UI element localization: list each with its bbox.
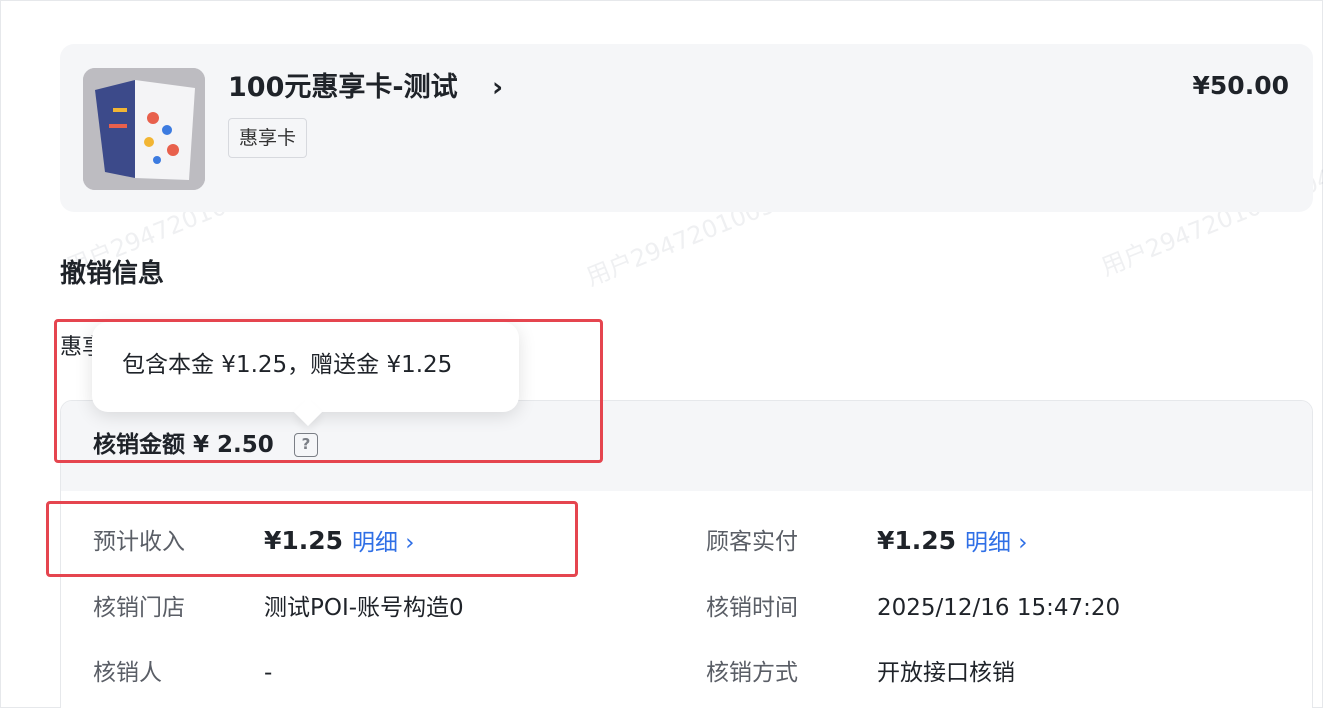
customer-paid-label: 顾客实付 bbox=[706, 529, 798, 555]
expected-income-label: 预计收入 bbox=[93, 529, 185, 555]
customer-paid-value: ¥1.25 bbox=[877, 526, 957, 555]
product-tag: 惠享卡 bbox=[228, 118, 308, 158]
tooltip-text: 包含本金 ¥1.25，赠送金 ¥1.25 bbox=[122, 352, 453, 378]
store-value: 测试POI-账号构造0 bbox=[264, 595, 464, 621]
expected-income-detail-link[interactable]: 明细 › bbox=[352, 527, 415, 559]
product-title[interactable]: 100元惠享卡-测试 bbox=[228, 70, 458, 106]
method-value: 开放接口核销 bbox=[877, 660, 1015, 686]
time-value: 2025/12/16 15:47:20 bbox=[877, 595, 1121, 621]
card-thumbnail-image bbox=[83, 68, 205, 190]
product-price: ¥50.00 bbox=[1192, 71, 1289, 100]
time-label: 核销时间 bbox=[706, 595, 798, 621]
customer-paid-detail-link[interactable]: 明细 › bbox=[965, 527, 1028, 559]
expected-income-value: ¥1.25 bbox=[264, 526, 344, 555]
operator-label: 核销人 bbox=[93, 660, 162, 686]
operator-value: - bbox=[264, 660, 273, 686]
method-label: 核销方式 bbox=[706, 660, 798, 686]
help-icon[interactable]: ? bbox=[294, 433, 318, 457]
store-label: 核销门店 bbox=[93, 595, 185, 621]
redeem-amount: 核销金额 ¥ 2.50 bbox=[93, 432, 274, 458]
section-title: 撤销信息 bbox=[60, 259, 165, 289]
amount-tooltip: 包含本金 ¥1.25，赠送金 ¥1.25 bbox=[92, 322, 519, 427]
chevron-right-icon[interactable]: › bbox=[492, 72, 503, 104]
card-type-label: 惠享卡 bbox=[60, 335, 96, 360]
